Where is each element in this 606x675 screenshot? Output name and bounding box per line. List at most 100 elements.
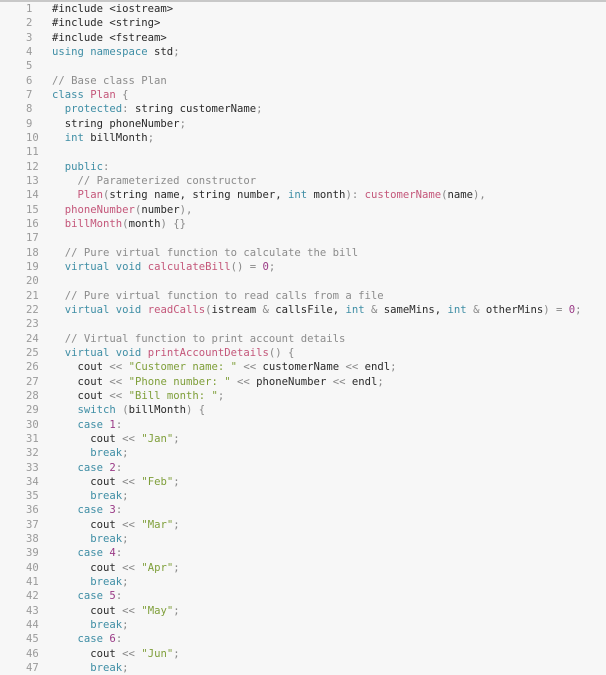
code-line[interactable]: 3 #include <fstream> [0,31,606,45]
code-line[interactable]: 27 cout << "Phone number: " << phoneNumb… [0,375,606,389]
code-token: protected [64,103,123,116]
code-line[interactable]: 15 phoneNumber(number), [0,203,606,217]
code-line[interactable]: 33 case 2: [0,461,606,475]
line-number: 47 [26,662,39,675]
code-token: << [345,361,359,374]
code-token: #include <string> [52,17,161,30]
code-token: switch [77,404,116,417]
code-line[interactable]: 18 // Pure virtual function to calculate… [0,246,606,260]
code-line[interactable]: 35 break; [0,489,606,503]
line-text: virtual void readCalls(istream & callsFi… [52,303,582,317]
line-text: cout << "Customer name: " << customerNam… [52,360,397,374]
code-line[interactable]: 30 case 1: [0,418,606,432]
code-token: break [90,490,123,503]
code-token: break [90,619,123,632]
code-token: ; [268,260,276,273]
code-line[interactable]: 46 cout << "Jun"; [0,647,606,661]
code-line[interactable]: 25 virtual void printAccountDetails() { [0,346,606,360]
code-line[interactable]: 5 [0,59,606,73]
code-token: // Parameterized constructor [77,174,257,187]
code-token: case [77,504,104,517]
code-line[interactable]: 2 #include <string> [0,16,606,30]
code-token: cout [52,647,123,660]
code-line[interactable]: 39 case 4: [0,546,606,560]
line-number: 34 [26,475,39,488]
code-line[interactable]: 13 // Parameterized constructor [0,174,606,188]
code-line[interactable]: 12 public: [0,160,606,174]
code-line[interactable]: 21 // Pure virtual function to read call… [0,289,606,303]
code-line[interactable]: 19 virtual void calculateBill() = 0; [0,260,606,274]
code-line[interactable]: 22 virtual void readCalls(istream & call… [0,303,606,317]
code-token: << [109,389,123,402]
code-token: month [307,189,346,202]
code-editor[interactable]: 1 #include <iostream> 2 #include <string> 3 #… [0,0,606,675]
code-token: istream [211,303,263,316]
code-line[interactable]: 36 case 3: [0,503,606,517]
code-token: customerName [256,361,346,374]
line-number: 19 [26,260,39,273]
code-token: using namespace [52,45,148,58]
line-number: 45 [26,633,39,646]
code-token: ), [473,189,486,202]
code-line[interactable]: 1 #include <iostream> [0,2,606,16]
code-line[interactable]: 45 case 6: [0,632,606,646]
code-area[interactable]: 1 #include <iostream> 2 #include <string> 3 #… [0,2,606,675]
code-token: : [115,547,123,560]
code-line[interactable]: 16 billMonth(month) {} [0,217,606,231]
code-token: billMonth [128,404,186,417]
code-line[interactable]: 32 break; [0,446,606,460]
code-token: case [77,590,104,603]
code-line[interactable]: 28 cout << "Bill month: "; [0,389,606,403]
line-text: case 2: [52,461,123,475]
code-line[interactable]: 34 cout << "Feb"; [0,475,606,489]
code-line[interactable]: 23 [0,317,606,331]
line-number: 44 [26,619,39,632]
code-token: & [364,303,378,316]
code-token: Plan [77,189,104,202]
code-line[interactable]: 6 // Base class Plan [0,74,606,88]
code-line[interactable]: 20 [0,274,606,288]
code-token: ): [345,189,365,202]
code-line[interactable]: 31 cout << "Jan"; [0,432,606,446]
code-line[interactable]: 9 string phoneNumber; [0,117,606,131]
code-token: << [122,604,135,617]
line-number: 2 [26,17,33,30]
code-line[interactable]: 17 [0,231,606,245]
code-token: virtual void [64,260,142,273]
code-line[interactable]: 29 switch (billMonth) { [0,403,606,417]
code-line[interactable]: 47 break; [0,661,606,675]
line-text: case 3: [52,503,123,517]
code-token: #include <iostream> [52,3,174,15]
code-line[interactable]: 43 cout << "May"; [0,604,606,618]
code-token: << [122,432,135,445]
code-line[interactable]: 26 cout << "Customer name: " << customer… [0,360,606,374]
code-line[interactable]: 40 cout << "Apr"; [0,561,606,575]
line-text: cout << "Mar"; [52,518,179,532]
line-number: 30 [26,418,39,431]
code-line[interactable]: 44 break; [0,618,606,632]
line-text: #include <iostream> [52,2,173,16]
code-line[interactable]: 7 class Plan { [0,88,606,102]
code-line[interactable]: 10 int billMonth; [0,131,606,145]
code-line[interactable]: 38 break; [0,532,606,546]
code-line[interactable]: 14 Plan(string name, string number, int … [0,188,606,202]
code-token: std [147,45,174,58]
code-line[interactable]: 11 [0,145,606,159]
code-token: "Apr" [141,561,174,574]
code-line[interactable]: 37 cout << "Mar"; [0,518,606,532]
code-line[interactable]: 41 break; [0,575,606,589]
code-token: "Mar" [141,518,174,531]
code-line[interactable]: 8 protected: string customerName; [0,102,606,116]
line-text: public: [52,160,110,174]
code-line[interactable]: 4 using namespace std; [0,45,606,59]
code-token: case [77,547,104,560]
line-text: // Virtual function to print account det… [52,332,346,346]
code-line[interactable]: 24 // Virtual function to print account … [0,332,606,346]
code-line[interactable]: 42 case 5: [0,589,606,603]
code-token: public [64,160,104,173]
code-token: callsFile, [268,303,346,316]
